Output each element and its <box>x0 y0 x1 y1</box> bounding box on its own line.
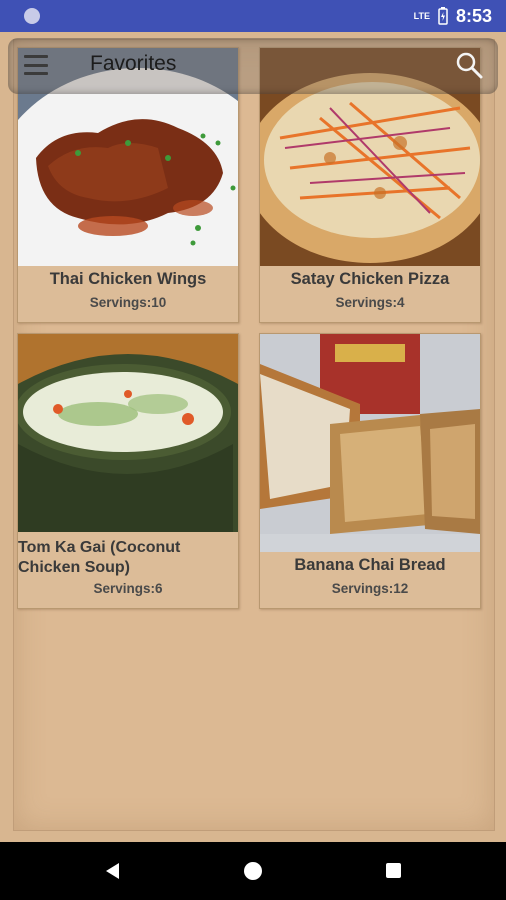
recipe-servings: Servings:4 <box>335 295 405 310</box>
battery-icon <box>438 7 448 25</box>
recipe-card-tom-ka-gai[interactable]: Tom Ka Gai (Coconut Chicken Soup) Servin… <box>17 333 239 609</box>
recipe-servings: Servings:12 <box>331 581 409 596</box>
status-icons: LTE 8:53 <box>414 0 492 32</box>
bread-photo <box>260 334 480 552</box>
recipe-title: Satay Chicken Pizza <box>290 270 450 288</box>
network-type: LTE <box>413 10 430 21</box>
soup-photo <box>18 334 238 532</box>
notification-dot-icon <box>24 8 40 24</box>
search-icon[interactable] <box>454 50 484 80</box>
hamburger-menu-icon[interactable] <box>24 55 48 75</box>
navigation-bar <box>0 842 506 900</box>
page-title: Favorites <box>90 52 177 75</box>
status-bar: LTE 8:53 <box>0 0 506 32</box>
recipe-servings: Servings:6 <box>93 581 163 596</box>
recents-icon[interactable] <box>386 863 401 878</box>
app-bar: Favorites <box>8 38 498 94</box>
back-icon[interactable] <box>104 862 122 885</box>
status-clock: 8:53 <box>455 5 492 26</box>
recipe-card-banana-chai-bread[interactable]: Banana Chai Bread Servings:12 <box>259 333 481 609</box>
recipe-servings: Servings:10 <box>89 295 167 310</box>
recipe-title: Tom Ka Gai (Coconut Chicken Soup) <box>18 539 181 576</box>
recipe-title: Thai Chicken Wings <box>49 270 207 288</box>
recipe-title: Banana Chai Bread <box>294 556 446 574</box>
home-icon[interactable] <box>244 862 262 880</box>
